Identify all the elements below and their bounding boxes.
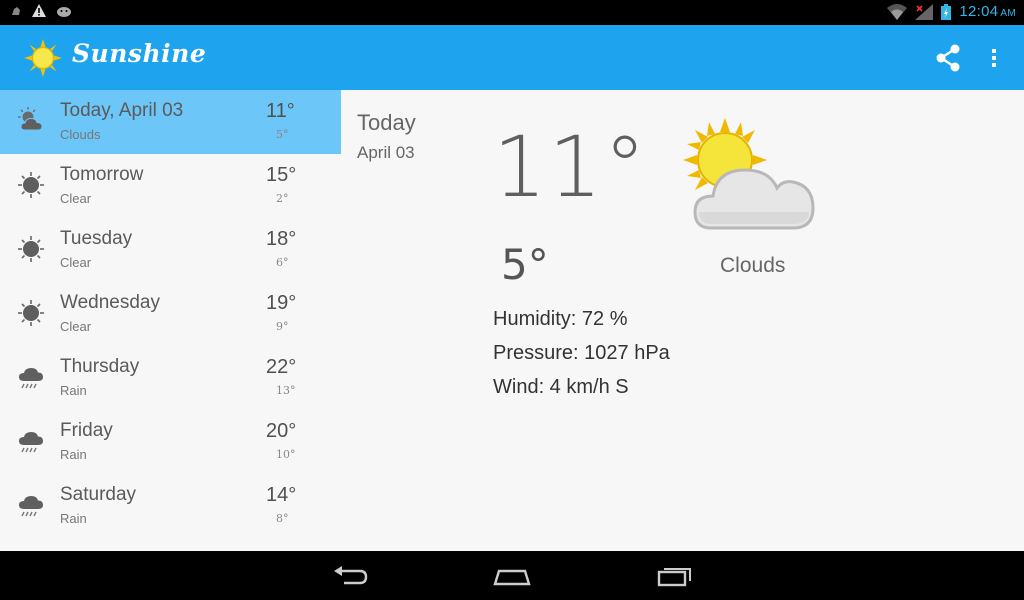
clouds-icon bbox=[18, 107, 43, 131]
forecast-day: Friday bbox=[60, 420, 113, 441]
forecast-desc: Clear bbox=[60, 255, 92, 270]
notification-icon bbox=[12, 6, 20, 15]
forecast-high: 11° bbox=[266, 100, 295, 122]
forecast-low: 13° bbox=[276, 384, 296, 397]
forecast-high: 19° bbox=[266, 292, 297, 314]
detail-desc: Clouds bbox=[720, 254, 786, 277]
forecast-day: Thursday bbox=[60, 356, 140, 377]
app-title: Sunshine bbox=[72, 39, 207, 68]
signal-icon bbox=[915, 3, 934, 20]
android-icon bbox=[57, 6, 71, 17]
forecast-low: 10° bbox=[276, 448, 296, 461]
humidity-text: Humidity: 72 % bbox=[493, 308, 628, 330]
forecast-item-today[interactable]: Today, April 03 Clouds 11° 5° bbox=[0, 90, 341, 154]
main-content: Today, April 03 Clouds 11° 5° Tomorrow C… bbox=[0, 90, 1024, 551]
clouds-art-icon bbox=[683, 118, 815, 230]
clock: 12:04 AM bbox=[959, 3, 1016, 20]
forecast-low: 2° bbox=[276, 192, 289, 205]
battery-icon bbox=[941, 3, 952, 20]
detail-low-temp: 5° bbox=[501, 240, 549, 289]
clear-icon bbox=[18, 300, 44, 326]
forecast-low: 8° bbox=[276, 512, 289, 525]
forecast-item-tomorrow[interactable]: Tomorrow Clear 15° 2° bbox=[0, 154, 341, 218]
navigation-bar bbox=[0, 551, 1024, 600]
rain-icon bbox=[19, 368, 43, 389]
forecast-low: 6° bbox=[276, 256, 289, 269]
forecast-day: Wednesday bbox=[60, 292, 160, 313]
pressure-text: Pressure: 1027 hPa bbox=[493, 342, 670, 364]
forecast-high: 18° bbox=[266, 228, 297, 250]
clock-ampm: AM bbox=[1000, 8, 1016, 19]
status-bar: 12:04 AM bbox=[0, 0, 1024, 25]
home-icon[interactable] bbox=[492, 563, 532, 589]
overflow-menu-icon[interactable] bbox=[982, 42, 1006, 74]
forecast-day: Tomorrow bbox=[60, 164, 144, 185]
clock-time: 12:04 bbox=[959, 3, 999, 20]
forecast-high: 14° bbox=[266, 484, 297, 506]
rain-icon bbox=[19, 496, 43, 517]
detail-pane: Today April 03 11° 5° Clouds Humidity: 7… bbox=[341, 90, 1024, 551]
forecast-day: Today, April 03 bbox=[60, 100, 184, 121]
clear-icon bbox=[18, 172, 44, 198]
forecast-day: Saturday bbox=[60, 484, 137, 505]
wifi-icon bbox=[887, 3, 908, 20]
forecast-low: 9° bbox=[276, 320, 289, 333]
rain-icon bbox=[19, 432, 43, 453]
forecast-desc: Rain bbox=[60, 447, 87, 462]
forecast-desc: Clear bbox=[60, 191, 92, 206]
forecast-desc: Rain bbox=[60, 383, 87, 398]
forecast-item-thursday[interactable]: Thursday Rain 22° 13° bbox=[0, 346, 341, 410]
forecast-high: 15° bbox=[266, 164, 297, 186]
share-icon[interactable] bbox=[932, 42, 964, 74]
forecast-desc: Rain bbox=[60, 511, 87, 526]
sun-icon[interactable] bbox=[24, 39, 62, 77]
forecast-item-wednesday[interactable]: Wednesday Clear 19° 9° bbox=[0, 282, 341, 346]
forecast-low: 5° bbox=[276, 128, 289, 141]
detail-date: April 03 bbox=[357, 143, 415, 162]
forecast-day: Tuesday bbox=[60, 228, 133, 249]
forecast-high: 22° bbox=[266, 356, 297, 378]
warning-icon bbox=[32, 4, 46, 17]
detail-day: Today bbox=[357, 110, 416, 135]
forecast-desc: Clear bbox=[60, 319, 92, 334]
back-icon[interactable] bbox=[330, 563, 370, 589]
forecast-desc: Clouds bbox=[60, 127, 101, 142]
forecast-item-tuesday[interactable]: Tuesday Clear 18° 6° bbox=[0, 218, 341, 282]
wind-text: Wind: 4 km/h S bbox=[493, 376, 629, 398]
clear-icon bbox=[18, 236, 44, 262]
action-bar: Sunshine bbox=[0, 25, 1024, 90]
detail-high-temp: 11° bbox=[493, 118, 648, 216]
forecast-list: Today, April 03 Clouds 11° 5° Tomorrow C… bbox=[0, 90, 341, 551]
forecast-item-friday[interactable]: Friday Rain 20° 10° bbox=[0, 410, 341, 474]
recent-apps-icon[interactable] bbox=[654, 563, 694, 589]
forecast-item-saturday[interactable]: Saturday Rain 14° 8° bbox=[0, 474, 341, 538]
forecast-high: 20° bbox=[266, 420, 297, 442]
